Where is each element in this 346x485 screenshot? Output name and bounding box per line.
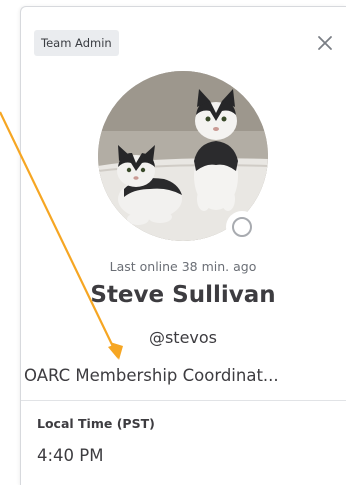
position-title: OARC Membership Coordinat... <box>24 366 279 385</box>
status-offline-icon <box>232 217 252 237</box>
status-indicator <box>226 211 258 243</box>
local-time-label: Local Time (PST) <box>37 416 155 431</box>
username: @stevos <box>148 328 218 347</box>
last-online-text: Last online 38 min. ago <box>109 259 257 274</box>
close-button[interactable] <box>312 30 338 56</box>
full-name: Steve Sullivan <box>90 282 276 308</box>
divider <box>21 400 346 401</box>
role-badge: Team Admin <box>34 30 119 56</box>
screenshot-stage: Team Admin Last online 38 min. ago Steve… <box>0 0 346 485</box>
local-time-value: 4:40 PM <box>37 446 104 465</box>
close-icon <box>318 36 332 50</box>
